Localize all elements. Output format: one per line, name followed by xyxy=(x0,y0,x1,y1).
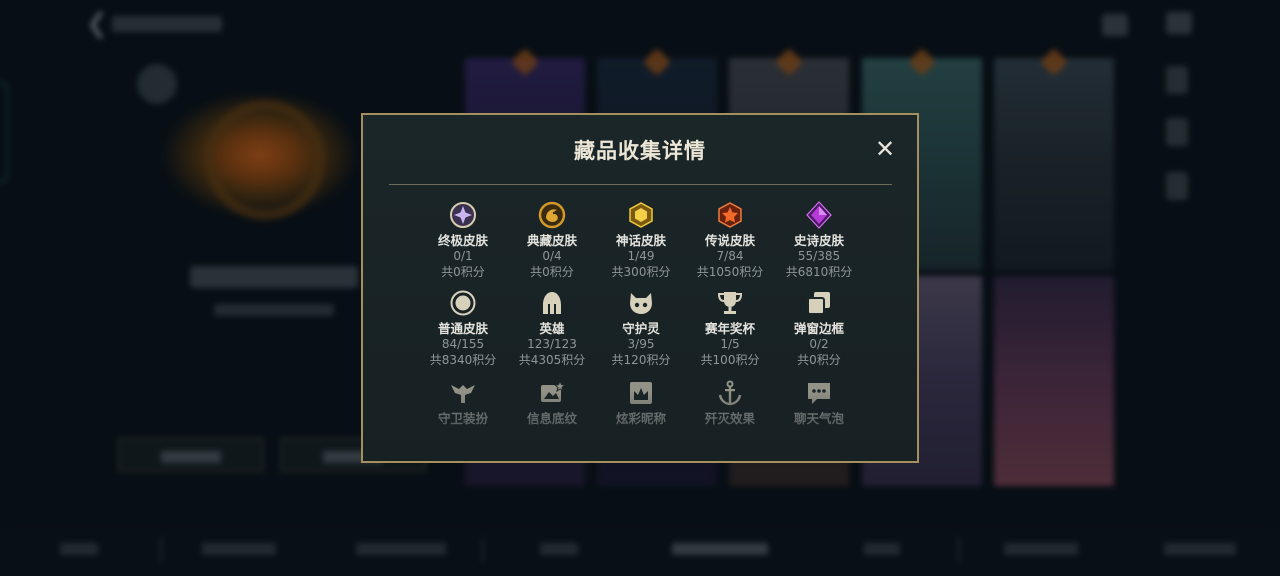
category-name: 守卫装扮 xyxy=(437,411,488,426)
legacy-dragon-icon xyxy=(538,201,566,229)
chat-bubble-icon xyxy=(808,383,830,404)
category-name: 聊天气泡 xyxy=(793,411,844,426)
category-count: 1/49 xyxy=(627,249,655,263)
category-points: 共4305积分 xyxy=(518,353,586,367)
category-name: 普通皮肤 xyxy=(437,321,488,336)
category-name: 史诗皮肤 xyxy=(793,233,844,248)
category-season-trophy[interactable]: 赛年奖杯 1/5 共100积分 xyxy=(685,289,775,368)
category-count: 1/5 xyxy=(720,337,740,351)
category-banner[interactable]: 信息底纹 xyxy=(507,379,597,426)
epic-skin-icon xyxy=(806,201,832,229)
category-name: 典藏皮肤 xyxy=(526,233,577,248)
category-points: 共300积分 xyxy=(611,265,671,279)
category-pet[interactable]: 守护灵 3/95 共120积分 xyxy=(596,289,686,368)
category-standard-skin[interactable]: 普通皮肤 84/155 共8340积分 xyxy=(418,289,508,368)
category-popup-frame[interactable]: 弹窗边框 0/2 共0积分 xyxy=(774,289,864,368)
category-legacy-skin[interactable]: 典藏皮肤 0/4 共0积分 xyxy=(507,201,597,280)
category-count: 7/84 xyxy=(716,249,744,263)
category-points: 共8340积分 xyxy=(429,353,497,367)
close-icon[interactable]: ✕ xyxy=(871,135,899,163)
legendary-skin-icon xyxy=(718,202,742,228)
category-count: 0/1 xyxy=(453,249,473,263)
category-champion[interactable]: 英雄 123/123 共4305积分 xyxy=(507,289,597,368)
category-points: 共6810积分 xyxy=(785,265,853,279)
category-mythic-skin[interactable]: 神话皮肤 1/49 共300积分 xyxy=(596,201,686,280)
pet-icon xyxy=(630,293,652,314)
nickname-icon xyxy=(630,382,652,404)
mythic-skin-icon xyxy=(629,202,653,228)
category-ward-skin[interactable]: 守卫装扮 xyxy=(418,379,508,426)
category-count: 55/385 xyxy=(797,249,841,263)
banner-icon xyxy=(541,379,566,402)
category-chat-bubble[interactable]: 聊天气泡 xyxy=(774,379,864,426)
category-name: 神话皮肤 xyxy=(615,233,666,248)
category-points: 共0积分 xyxy=(530,265,574,279)
category-count: 3/95 xyxy=(627,337,655,351)
category-points: 共1050积分 xyxy=(696,265,764,279)
category-points: 共120积分 xyxy=(611,353,671,367)
category-name: 炫彩昵称 xyxy=(615,411,666,426)
category-legendary-skin[interactable]: 传说皮肤 7/84 共1050积分 xyxy=(685,201,775,280)
category-name: 终极皮肤 xyxy=(437,233,488,248)
trophy-icon xyxy=(717,292,743,314)
ultimate-skin-icon xyxy=(450,202,476,228)
category-points: 共100积分 xyxy=(700,353,760,367)
category-ultimate-skin[interactable]: 终极皮肤 0/1 共0积分 xyxy=(418,201,508,280)
finisher-icon xyxy=(718,380,742,406)
standard-skin-icon xyxy=(450,290,476,316)
collection-details-dialog: 藏品收集详情 ✕ 终极皮肤 0/1 共0积分 典藏皮肤 0/4 共0积分 神话皮… xyxy=(361,113,919,463)
ward-skin-icon xyxy=(451,385,475,403)
category-name: 守护灵 xyxy=(622,321,660,336)
category-finisher[interactable]: 歼灭效果 xyxy=(685,379,775,426)
category-points: 共0积分 xyxy=(441,265,485,279)
dialog-title: 藏品收集详情 xyxy=(574,139,706,163)
category-name: 传说皮肤 xyxy=(704,233,755,248)
champion-helmet-icon xyxy=(543,292,561,314)
category-points: 共0积分 xyxy=(797,353,841,367)
title-divider xyxy=(389,184,892,185)
category-name: 英雄 xyxy=(539,321,565,336)
category-count: 84/155 xyxy=(441,337,485,351)
category-count: 0/2 xyxy=(809,337,829,351)
category-epic-skin[interactable]: 史诗皮肤 55/385 共6810积分 xyxy=(774,201,864,280)
category-count: 123/123 xyxy=(527,337,577,351)
category-name: 歼灭效果 xyxy=(704,411,755,426)
category-count: 0/4 xyxy=(542,249,562,263)
category-name: 弹窗边框 xyxy=(793,321,844,336)
category-name: 赛年奖杯 xyxy=(704,321,755,336)
frame-icon xyxy=(807,292,830,315)
category-colorful-nickname[interactable]: 炫彩昵称 xyxy=(596,379,686,426)
category-name: 信息底纹 xyxy=(526,411,577,426)
